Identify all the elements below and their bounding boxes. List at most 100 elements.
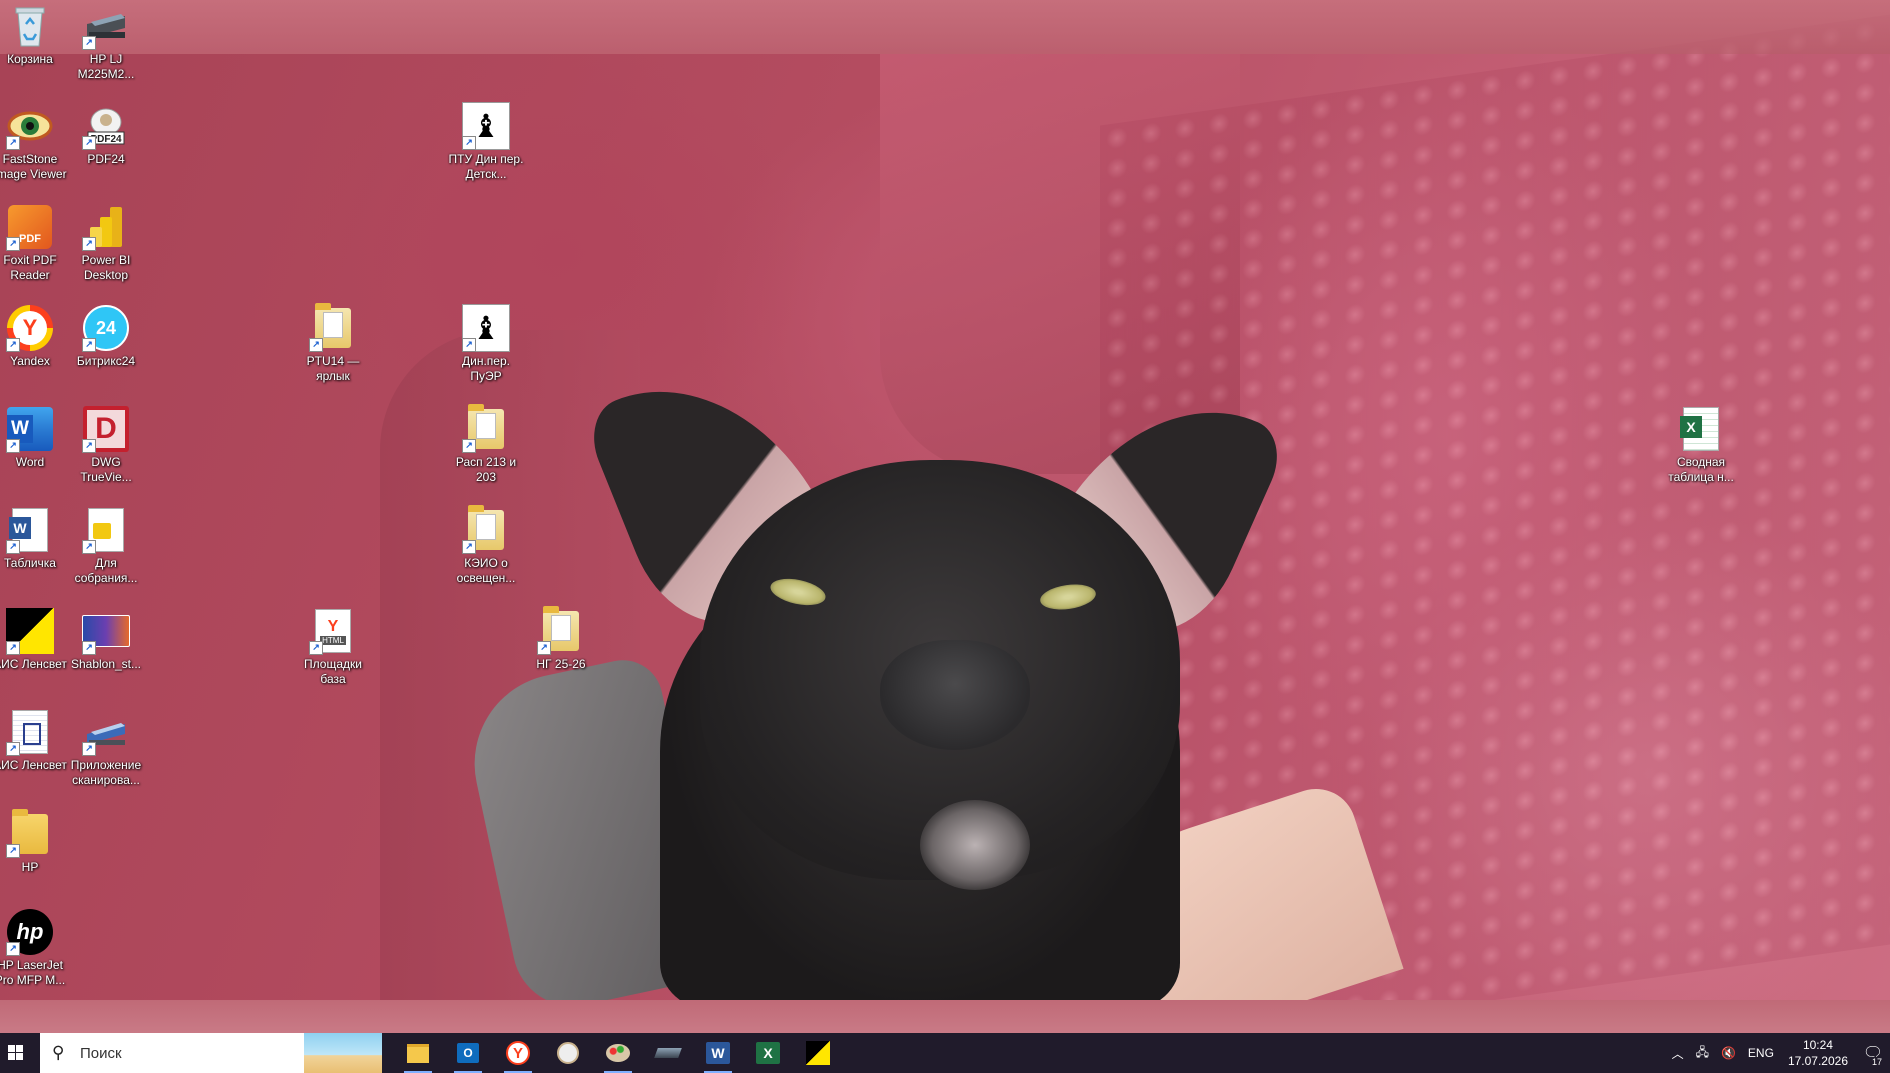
folder-documents-icon: ↗ — [309, 303, 357, 352]
desktop-icon-svodnaya[interactable]: X Сводная таблица н... — [1661, 405, 1741, 485]
icon-label: Foxit PDF Reader — [3, 253, 57, 282]
shortcut-arrow-icon: ↗ — [6, 439, 20, 453]
desktop-icon-ploshchadki[interactable]: Y HTML ↗ Площадки база — [293, 607, 373, 687]
shortcut-arrow-icon: ↗ — [6, 641, 20, 655]
taskbar-file-explorer[interactable] — [394, 1033, 442, 1073]
shortcut-arrow-icon: ↗ — [462, 540, 476, 554]
icon-label: АИС Ленсвет — [0, 758, 67, 772]
desktop-icon-recycle-bin[interactable]: Корзина — [0, 2, 70, 67]
folder-icon — [407, 1043, 429, 1063]
shortcut-arrow-icon: ↗ — [82, 641, 96, 655]
notification-center-button[interactable]: 🗨 17 — [1856, 1033, 1890, 1073]
shortcut-arrow-icon: ↗ — [462, 136, 476, 150]
shortcut-arrow-icon: ↗ — [82, 742, 96, 756]
desktop-icon-word[interactable]: W ↗ Word — [0, 405, 70, 470]
shortcut-arrow-icon: ↗ — [462, 338, 476, 352]
icon-label: Битрикс24 — [76, 354, 136, 368]
desktop-icon-hp-laserjet[interactable]: hp ↗ HP LaserJet Pro MFP M... — [0, 908, 70, 988]
desktop-icon-scan-app[interactable]: ↗ Приложение сканирова... — [66, 708, 146, 788]
image-file-icon: ↗ — [82, 607, 130, 655]
taskbar-pdf24[interactable] — [544, 1033, 592, 1073]
document-icon: ↗ — [6, 708, 54, 756]
taskbar-ais-lensvet[interactable] — [794, 1033, 842, 1073]
pdf24-sheep-icon: PDF24 ↗ — [82, 102, 130, 150]
desktop-icon-hp-lj-m225[interactable]: ↗ HP LJ M225M2... — [66, 2, 146, 82]
desktop-icon-dwg-trueview[interactable]: D ↗ DWG TrueVie... — [66, 405, 146, 485]
desktop-icon-shablon[interactable]: ↗ Shablon_st... — [66, 607, 146, 672]
taskbar-yandex[interactable]: Y — [494, 1033, 542, 1073]
excel-file-icon: X — [1677, 405, 1725, 453]
taskbar-word[interactable]: W — [694, 1033, 742, 1073]
paint-palette-icon — [606, 1044, 630, 1062]
wallpaper-top-band — [0, 0, 1890, 54]
clock-time: 10:24 — [1802, 1038, 1833, 1052]
word-document-icon: W ↗ — [6, 506, 54, 554]
desktop-icon-ptu14[interactable]: ↗ PTU14 — ярлык — [293, 303, 373, 384]
icon-label: АИС Ленсвет — [0, 657, 67, 671]
desktop-icon-ptu-din-per[interactable]: ♝ ↗ ПТУ Дин пер. Детск... — [446, 102, 526, 182]
system-tray: ︿ 🖧 🔇 ENG 10:24 17.07.2026 🗨 17 — [1666, 1033, 1890, 1073]
icon-label: Дин.пер. ПуЭР — [462, 354, 510, 383]
start-button[interactable] — [0, 1033, 32, 1073]
yandex-browser-icon: Y — [506, 1041, 530, 1065]
desktop-icon-foxit[interactable]: PDF ↗ Foxit PDF Reader — [0, 203, 70, 283]
search-highlight-image — [304, 1033, 382, 1073]
shortcut-arrow-icon: ↗ — [82, 237, 96, 251]
desktop-icon-ais-lensvet-1[interactable]: ↗ АИС Ленсвет — [0, 607, 70, 672]
network-icon[interactable]: 🖧 — [1696, 1043, 1709, 1064]
clock-date: 17.07.2026 — [1787, 1054, 1848, 1068]
taskbar-outlook[interactable]: O — [444, 1033, 492, 1073]
taskbar-scanner[interactable] — [644, 1033, 692, 1073]
icon-label: PTU14 — ярлык — [306, 354, 360, 383]
desktop-icon-yandex[interactable]: Y ↗ Yandex — [0, 304, 70, 369]
foxit-pdf-icon: PDF ↗ — [6, 203, 54, 251]
taskbar-faststone[interactable] — [594, 1033, 642, 1073]
shortcut-arrow-icon: ↗ — [82, 36, 96, 50]
shortcut-arrow-icon: ↗ — [82, 439, 96, 453]
chess-logo-icon: ♝ ↗ — [462, 304, 510, 352]
desktop-icon-ais-lensvet-2[interactable]: ↗ АИС Ленсвет — [0, 708, 70, 773]
desktop-icon-power-bi[interactable]: ↗ Power BI Desktop — [66, 203, 146, 283]
scanner-icon — [654, 1048, 682, 1058]
icon-label: Для собрания... — [74, 556, 138, 585]
speaker-muted-icon[interactable]: 🔇 — [1721, 1046, 1736, 1060]
icon-label: КЭИО о освещен... — [456, 556, 516, 585]
desktop-icon-hp-folder[interactable]: ↗ HP — [0, 809, 70, 875]
hp-logo-icon: hp ↗ — [6, 908, 54, 956]
recycle-bin-icon — [6, 2, 54, 50]
desktop-icon-din-per-puer[interactable]: ♝ ↗ Дин.пер. ПуЭР — [446, 304, 526, 384]
icon-label: FastStone Image Viewer — [0, 152, 67, 181]
icon-label: Площадки база — [304, 657, 362, 686]
icon-label: HP LJ M225M2... — [77, 52, 135, 81]
taskbar-excel[interactable]: X — [744, 1033, 792, 1073]
file-shortcut-icon: ↗ — [82, 506, 130, 554]
icon-label: Yandex — [10, 354, 50, 368]
desktop-icon-pdf24[interactable]: PDF24 ↗ PDF24 — [66, 102, 146, 167]
desktop-icon-ng-25-26[interactable]: ↗ НГ 25-26 — [521, 606, 601, 672]
pdf24-sheep-icon — [557, 1042, 579, 1064]
desktop-icon-bitrix24[interactable]: 24 ↗ Битрикс24 — [66, 304, 146, 369]
taskbar: ⚲ Поиск O Y W X ︿ 🖧 🔇 ENG 10:24 17.07.20… — [0, 1033, 1890, 1073]
shortcut-arrow-icon: ↗ — [6, 540, 20, 554]
outlook-icon: O — [457, 1043, 479, 1063]
icon-label: PDF24 — [87, 152, 125, 166]
desktop-icon-keio[interactable]: ↗ КЭИО о освещен... — [446, 505, 526, 586]
shortcut-arrow-icon: ↗ — [6, 942, 20, 956]
icon-label: HP — [21, 860, 39, 874]
html-file-icon: Y HTML ↗ — [309, 607, 357, 655]
excel-icon: X — [756, 1042, 780, 1064]
icon-label: Shablon_st... — [70, 657, 142, 671]
desktop-icon-rasp-213[interactable]: ↗ Расп 213 и 203 — [446, 404, 526, 485]
taskbar-search-box[interactable]: ⚲ Поиск — [40, 1033, 382, 1073]
shortcut-arrow-icon: ↗ — [462, 439, 476, 453]
notification-badge: 17 — [1871, 1057, 1882, 1067]
desktop-icon-faststone[interactable]: ↗ FastStone Image Viewer — [0, 102, 70, 182]
wallpaper-bottom-band — [0, 1000, 1890, 1033]
clock[interactable]: 10:24 17.07.2026 — [1788, 1037, 1848, 1069]
desktop-icon-dlya-sobraniya[interactable]: ↗ Для собрания... — [66, 506, 146, 586]
chevron-up-icon[interactable]: ︿ — [1672, 1045, 1684, 1062]
desktop-icon-tablichka[interactable]: W ↗ Табличка — [0, 506, 70, 571]
wallpaper-cat-chin — [920, 800, 1030, 890]
input-language[interactable]: ENG — [1748, 1046, 1774, 1060]
shortcut-arrow-icon: ↗ — [82, 338, 96, 352]
